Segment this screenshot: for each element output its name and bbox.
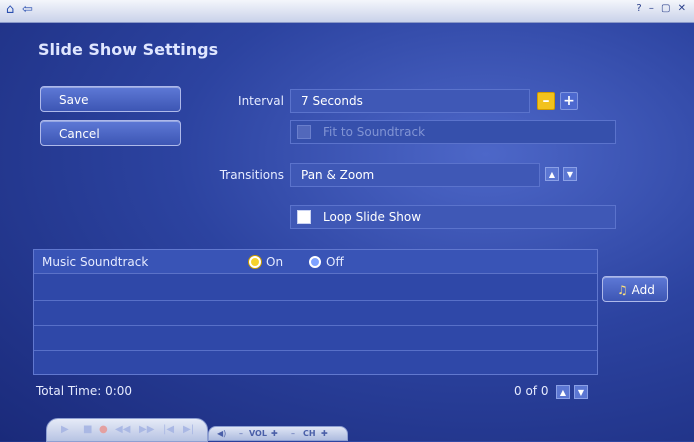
music-soundtrack-label: Music Soundtrack	[42, 255, 149, 269]
list-up-icon[interactable]: ▲	[556, 385, 570, 399]
fit-to-soundtrack-row: Fit to Soundtrack	[290, 120, 616, 144]
minus-button[interactable]: –	[537, 92, 555, 110]
fit-to-soundtrack-label: Fit to Soundtrack	[323, 125, 426, 139]
skip-back-icon[interactable]: |◀	[163, 424, 174, 435]
music-soundtrack-header: Music Soundtrack On Off	[34, 250, 597, 274]
vol-label: VOL	[249, 429, 267, 438]
music-note-icon: ♫	[617, 283, 628, 297]
interval-label: Interval	[238, 94, 284, 108]
music-soundtrack-panel: Music Soundtrack On Off	[33, 249, 598, 375]
home-icon[interactable]: ⌂	[6, 2, 14, 18]
volume-up-icon[interactable]: ✚	[271, 427, 278, 441]
track-count: 0 of 0	[514, 384, 549, 398]
save-button[interactable]: Save	[40, 86, 181, 112]
off-radio[interactable]	[309, 256, 321, 268]
volume-down-icon[interactable]: –	[239, 427, 243, 441]
loop-slide-show-row[interactable]: Loop Slide Show	[290, 205, 616, 229]
interval-value: 7 Seconds	[290, 89, 530, 113]
list-row-divider	[34, 350, 597, 351]
ch-label: CH	[303, 429, 316, 438]
transitions-down-icon[interactable]: ▼	[563, 167, 577, 181]
add-button[interactable]: ♫ Add	[602, 276, 668, 302]
transitions-value: Pan & Zoom	[290, 163, 540, 187]
skip-forward-icon[interactable]: ▶|	[183, 424, 194, 435]
list-row-divider	[34, 300, 597, 301]
plus-button[interactable]: +	[560, 92, 578, 110]
record-icon[interactable]: ●	[99, 424, 108, 435]
rewind-icon[interactable]: ◀◀	[115, 424, 130, 435]
on-radio-label: On	[266, 255, 284, 269]
channel-down-icon[interactable]: –	[291, 427, 295, 441]
stop-icon[interactable]: ■	[83, 424, 92, 435]
play-icon[interactable]: ▶	[61, 424, 69, 435]
window-titlebar: ⌂ ⇦ ? – ▢ ✕	[0, 0, 694, 23]
off-radio-label: Off	[326, 255, 344, 269]
cancel-button[interactable]: Cancel	[40, 120, 181, 146]
channel-up-icon[interactable]: ✚	[321, 427, 328, 441]
volume-channel-bar: ◀) – VOL ✚ – CH ✚	[208, 426, 348, 441]
window-controls[interactable]: ? – ▢ ✕	[636, 3, 688, 14]
loop-slide-show-label: Loop Slide Show	[323, 210, 422, 224]
add-button-label: Add	[631, 283, 655, 297]
transport-controls: ▶ ■ ● ◀◀ ▶▶ |◀ ▶|	[46, 418, 208, 442]
list-row-divider	[34, 325, 597, 326]
transitions-up-icon[interactable]: ▲	[545, 167, 559, 181]
page-title: Slide Show Settings	[38, 40, 219, 59]
fast-forward-icon[interactable]: ▶▶	[139, 424, 154, 435]
loop-slide-show-checkbox[interactable]	[297, 210, 311, 224]
total-time: Total Time: 0:00	[36, 384, 133, 398]
fit-to-soundtrack-checkbox[interactable]	[297, 125, 311, 139]
on-radio[interactable]	[249, 256, 261, 268]
mute-icon[interactable]: ◀)	[217, 427, 226, 441]
back-icon[interactable]: ⇦	[22, 2, 33, 18]
list-down-icon[interactable]: ▼	[574, 385, 588, 399]
transitions-label: Transitions	[219, 168, 284, 182]
